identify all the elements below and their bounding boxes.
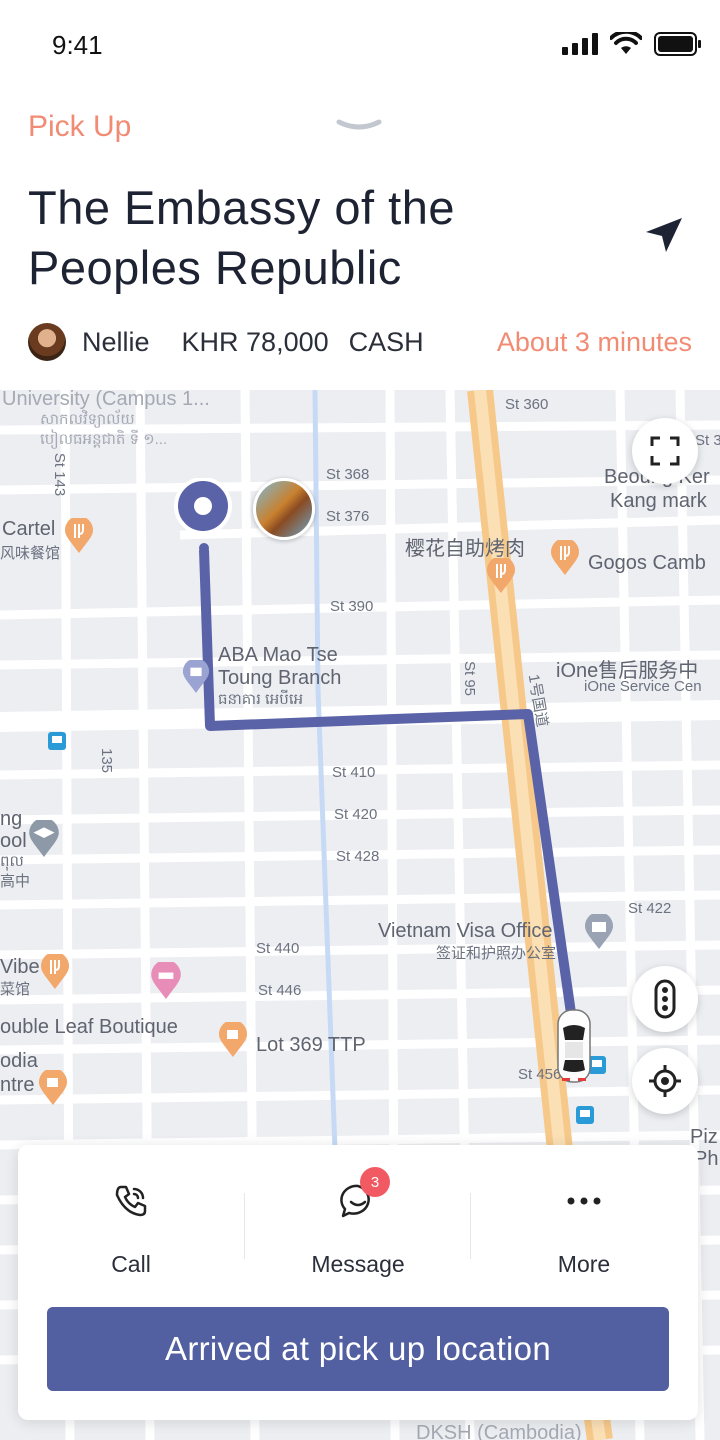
fullscreen-button[interactable] — [632, 418, 698, 484]
rider-name: Nellie — [82, 326, 150, 357]
map-label: Lot 369 TTP — [256, 1034, 366, 1056]
map-label: Vibe — [0, 956, 40, 978]
map-label: ool — [0, 830, 27, 852]
map-label: ng — [0, 808, 23, 830]
map-label: 菜馆 — [0, 981, 31, 998]
map-label: ouble Leaf Boutique — [0, 1016, 178, 1038]
battery-icon — [654, 32, 701, 56]
eta-text: About 3 minutes — [496, 326, 692, 357]
restaurant-pin-icon — [65, 518, 93, 553]
place-title-line-2: Peoples Republic — [28, 241, 402, 294]
more-label: More — [557, 1251, 611, 1277]
wifi-icon — [610, 32, 642, 54]
trip-action-sheet: Call 3 Message More Arrived at pick up l… — [18, 1145, 698, 1420]
map-label: 签证和护照办公室 — [436, 945, 557, 962]
map-label: St 446 — [258, 982, 302, 999]
government-pin-icon — [585, 914, 613, 949]
map-label: បៀលធអន្តជាតិ ទី ១... — [40, 431, 168, 448]
cafe-pin-icon — [39, 1070, 67, 1105]
map-label: St 368 — [326, 466, 370, 483]
map-label: St 422 — [628, 900, 672, 917]
map-label: St 143 — [51, 452, 69, 497]
message-label: Message — [311, 1251, 405, 1277]
traffic-button[interactable] — [632, 966, 698, 1032]
map-label: St 428 — [336, 848, 380, 865]
fullscreen-icon — [650, 436, 680, 466]
map-label: University (Campus 1... — [2, 390, 210, 410]
pickup-place-title: The Embassy of the Peoples Republic — [28, 178, 588, 298]
arrived-button[interactable]: Arrived at pick up location — [47, 1307, 669, 1391]
map-label: St 95 — [461, 660, 479, 697]
rider-avatar — [28, 323, 66, 361]
map-label: St 440 — [256, 940, 300, 957]
map-label: Toung Branch — [218, 667, 342, 689]
message-button[interactable]: 3 Message — [245, 1167, 471, 1281]
map-label: odia — [0, 1050, 38, 1072]
map-label: ធនាគារ អេបីអេ — [218, 691, 304, 708]
traffic-light-icon — [654, 979, 676, 1019]
map-label: St 3 — [695, 432, 720, 449]
map-label: St 376 — [326, 508, 370, 525]
map-label: 樱花自助烤肉 — [405, 538, 525, 560]
map-label: Piz — [690, 1126, 718, 1148]
restaurant-pin-icon — [487, 558, 515, 593]
map-label: 风味餐馆 — [0, 545, 61, 562]
locate-icon — [649, 1065, 681, 1097]
rider-info-row: Nellie KHR 78,000 CASH About 3 minutes — [28, 322, 692, 362]
collapse-handle-icon[interactable] — [336, 118, 382, 132]
map-label: St 410 — [332, 764, 376, 781]
map-label: Cartel — [2, 518, 56, 540]
map-label: សាកលវិទ្យាល័យ — [40, 411, 135, 428]
more-dots-icon — [567, 1197, 601, 1205]
map-label: Vietnam Visa Office — [378, 920, 553, 942]
bus-stop-icon — [576, 1106, 594, 1124]
pickup-pin-icon — [174, 478, 232, 535]
map-label: St 360 — [505, 396, 549, 413]
signal-icon — [562, 33, 598, 55]
my-location-button[interactable] — [632, 1048, 698, 1114]
restaurant-pin-icon — [41, 954, 69, 989]
map-label: St 390 — [330, 598, 374, 615]
unread-badge: 3 — [360, 1167, 390, 1197]
cafe-pin-icon — [219, 1022, 247, 1057]
map-label: ABA Mao Tse — [218, 644, 338, 666]
map-label: 135 — [98, 747, 116, 774]
school-pin-icon — [29, 820, 59, 857]
trip-fare: KHR 78,000 — [181, 326, 329, 357]
map-label: ntre — [0, 1074, 35, 1096]
payment-method: CASH — [348, 326, 424, 357]
status-bar: 9:41 — [0, 0, 720, 90]
status-icons — [562, 30, 702, 58]
map-label: St 420 — [334, 806, 378, 823]
hotel-pin-icon — [151, 962, 181, 999]
restaurant-pin-icon — [551, 540, 579, 575]
bank-pin-icon — [182, 660, 210, 693]
pickup-label: Pick Up — [28, 110, 132, 143]
status-time: 9:41 — [52, 30, 103, 60]
destination-thumbnail[interactable] — [253, 478, 315, 540]
place-title-line-1: The Embassy of the — [28, 181, 455, 234]
map-label: Gogos Camb — [588, 552, 706, 574]
call-button[interactable]: Call — [18, 1181, 244, 1281]
map-label: iOne Service Cen — [584, 678, 702, 695]
map-label: DKSH (Cambodia) — [416, 1422, 582, 1440]
call-label: Call — [111, 1251, 151, 1277]
more-button[interactable]: More — [471, 1181, 697, 1281]
map-label: 高中 — [0, 873, 31, 890]
driver-car-icon — [557, 1009, 591, 1083]
navigate-icon[interactable] — [644, 216, 684, 256]
bus-stop-icon — [48, 732, 66, 750]
map-label: Kang mark — [610, 490, 707, 512]
trip-header: Pick Up The Embassy of the Peoples Repub… — [0, 90, 720, 390]
phone-icon — [115, 1185, 147, 1217]
